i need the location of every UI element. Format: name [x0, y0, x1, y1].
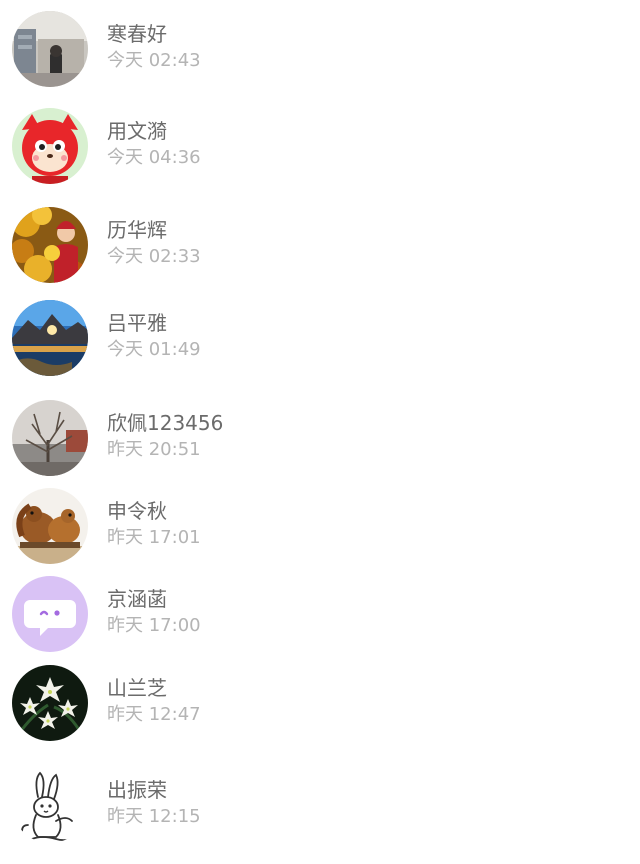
list-item[interactable]: 出振荣 昨天 12:15	[0, 764, 640, 848]
contact-name: 寒春好	[107, 22, 167, 46]
list-item[interactable]: 欣佩123456 昨天 20:51	[0, 397, 640, 481]
avatar[interactable]	[12, 11, 88, 87]
avatar[interactable]	[12, 767, 88, 843]
contact-name: 山兰芝	[107, 676, 167, 700]
mountain-lake-sunset-photo-icon	[12, 300, 88, 376]
list-item[interactable]: 申令秋 昨天 17:01	[0, 485, 640, 569]
white-orchid-photo-icon	[12, 665, 88, 741]
person-by-window-photo-icon	[12, 11, 88, 87]
autumn-portrait-photo-icon	[12, 207, 88, 283]
red-fox-cartoon-icon	[12, 108, 88, 184]
squirrels-photo-icon	[12, 488, 88, 564]
avatar[interactable]	[12, 488, 88, 564]
avatar[interactable]	[12, 400, 88, 476]
contact-name: 历华辉	[107, 218, 167, 242]
list-item[interactable]: 历华辉 今天 02:33	[0, 204, 640, 288]
avatar[interactable]	[12, 108, 88, 184]
list-item[interactable]: 寒春好 今天 02:43	[0, 8, 640, 92]
message-time: 今天 01:49	[107, 339, 201, 360]
list-item[interactable]: 京涵菡 昨天 17:00	[0, 573, 640, 657]
message-time: 今天 02:33	[107, 246, 201, 267]
avatar[interactable]	[12, 665, 88, 741]
bare-tree-photo-icon	[12, 400, 88, 476]
list-item[interactable]: 山兰芝 昨天 12:47	[0, 662, 640, 746]
message-time: 昨天 12:47	[107, 704, 201, 725]
contact-name: 吕平雅	[107, 311, 167, 335]
contact-name: 京涵菡	[107, 587, 167, 611]
message-time: 昨天 20:51	[107, 439, 201, 460]
avatar[interactable]	[12, 207, 88, 283]
contact-name: 欣佩123456	[107, 411, 224, 435]
message-time: 昨天 17:01	[107, 527, 201, 548]
conversation-list: 寒春好 今天 02:43 用文漪 今天 04:36 历华辉 今天 02:33 吕…	[0, 0, 640, 864]
message-time: 今天 02:43	[107, 50, 201, 71]
message-time: 昨天 17:00	[107, 615, 201, 636]
contact-name: 出振荣	[107, 778, 167, 802]
message-time: 今天 04:36	[107, 147, 201, 168]
list-item[interactable]: 吕平雅 今天 01:49	[0, 297, 640, 381]
avatar[interactable]	[12, 300, 88, 376]
contact-name: 申令秋	[107, 499, 167, 523]
list-item[interactable]: 用文漪 今天 04:36	[0, 105, 640, 189]
avatar[interactable]	[12, 576, 88, 652]
message-time: 昨天 12:15	[107, 806, 201, 827]
rabbit-sketch-icon	[12, 767, 88, 843]
contact-name: 用文漪	[107, 119, 167, 143]
chat-bubble-icon	[12, 576, 88, 652]
